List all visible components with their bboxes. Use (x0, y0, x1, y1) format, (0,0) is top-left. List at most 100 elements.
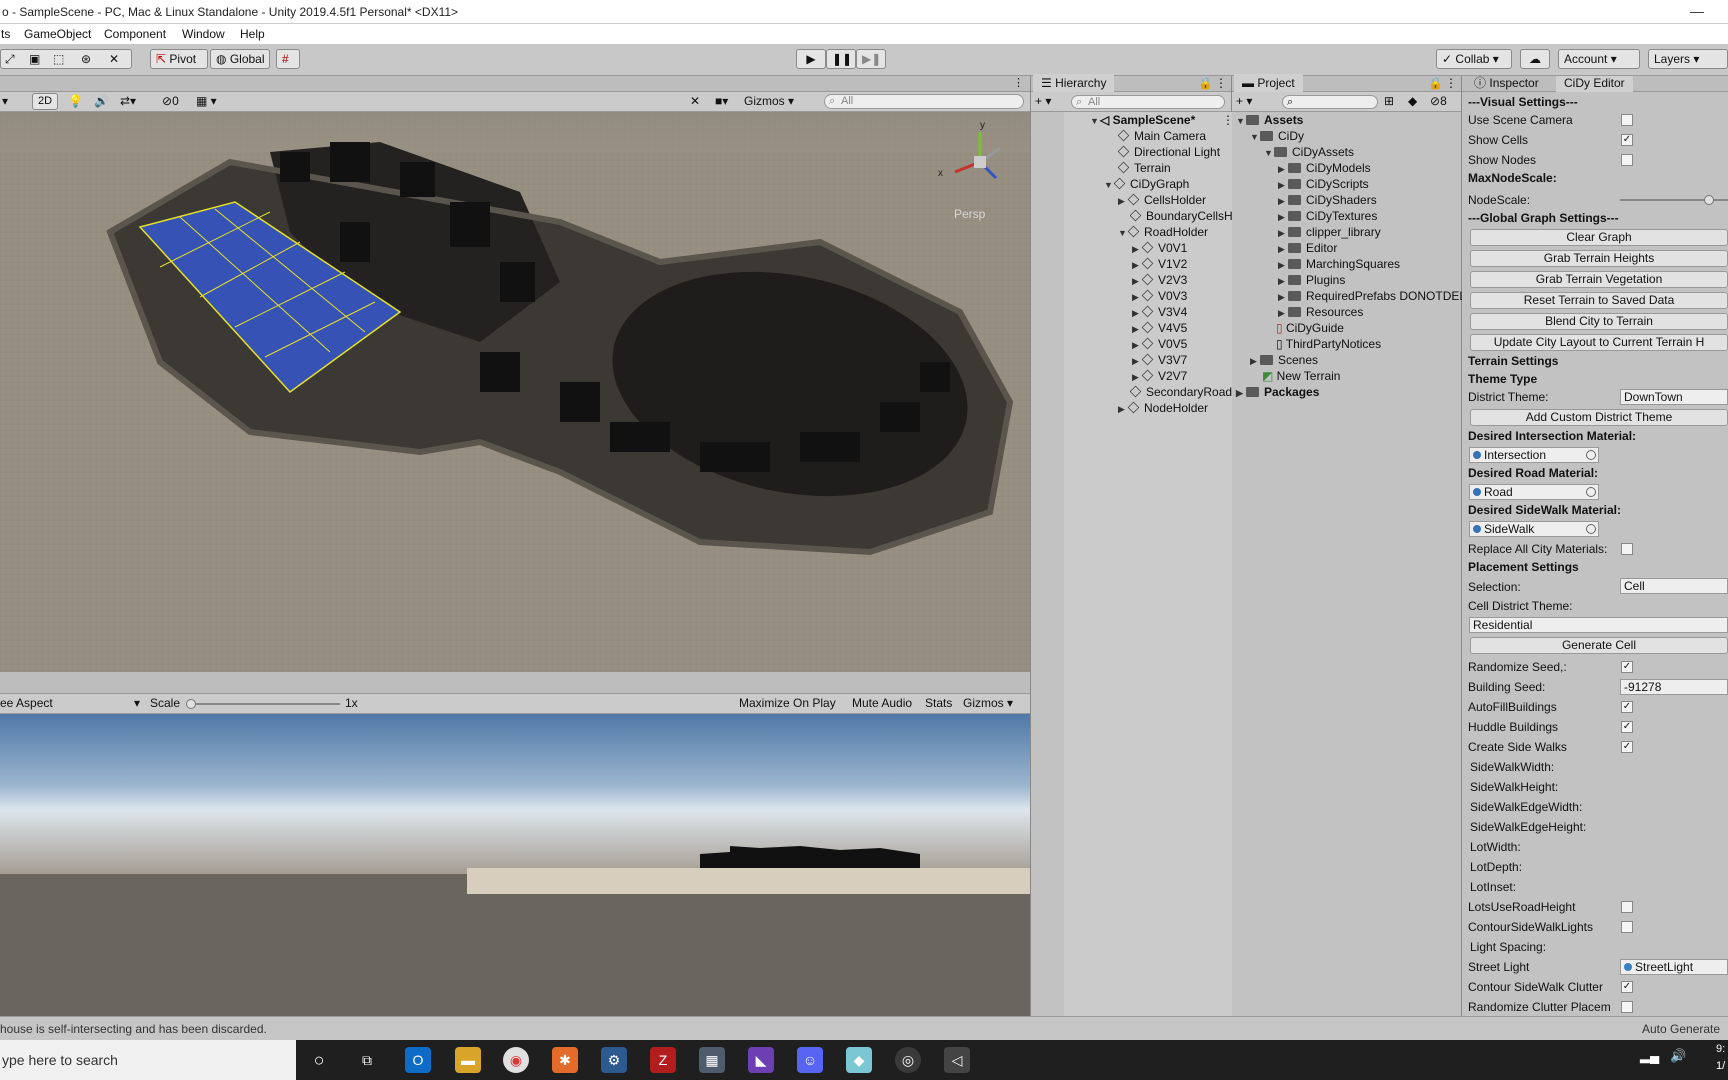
hierarchy-item-nodeholder[interactable]: ▶ NodeHolder (1118, 400, 1208, 416)
huddle-buildings-checkbox[interactable]: ✓ (1621, 721, 1633, 733)
file-explorer-icon[interactable]: ▬ (455, 1047, 481, 1073)
lots-use-road-height-checkbox[interactable] (1621, 901, 1633, 913)
network-tool-icon[interactable]: ⚙ (601, 1047, 627, 1073)
object-picker-icon[interactable] (1586, 524, 1596, 534)
autofill-buildings-checkbox[interactable]: ✓ (1621, 701, 1633, 713)
transform-tools[interactable]: ⤢ ▣ ⬚ ⊛ ✕ (0, 49, 132, 69)
pivot-toggle[interactable]: ⇱ Pivot (150, 49, 208, 69)
hierarchy-menu-icon[interactable]: ⋮ (1215, 76, 1227, 90)
project-item-marchingsquares[interactable]: ▶ MarchingSquares (1278, 256, 1400, 272)
layers-dropdown[interactable]: Layers ▾ (1648, 49, 1728, 69)
hierarchy-item-v2v7[interactable]: ▶ V2V7 (1132, 368, 1187, 384)
expand-icon[interactable]: ▶ (1278, 225, 1288, 241)
scale-tool-icon[interactable]: ▣ (29, 50, 40, 68)
expand-icon[interactable]: ▶ (1278, 177, 1288, 193)
auto-generate-label[interactable]: Auto Generate (1642, 1022, 1720, 1036)
project-item-thirdpartynotices[interactable]: ▯ ThirdPartyNotices (1276, 336, 1381, 352)
hierarchy-item-v0v5[interactable]: ▶ V0V5 (1132, 336, 1187, 352)
draw-mode-dropdown[interactable]: ▾ (2, 94, 8, 108)
replace-all-materials-checkbox[interactable] (1621, 543, 1633, 555)
object-picker-icon[interactable] (1586, 487, 1596, 497)
menu-assets[interactable]: ts (1, 27, 10, 41)
transform-tool-icon[interactable]: ⊛ (81, 50, 91, 68)
hidden-count[interactable]: ⊘0 (162, 94, 179, 108)
expand-icon[interactable]: ▶ (1278, 193, 1288, 209)
minimize-icon[interactable]: — (1690, 3, 1704, 19)
hierarchy-item-v2v3[interactable]: ▶ V2V3 (1132, 272, 1187, 288)
xampp-icon[interactable]: ✱ (552, 1047, 578, 1073)
add-custom-theme-button[interactable]: Add Custom District Theme (1470, 409, 1728, 426)
lock-icon[interactable]: 🔒 (1428, 76, 1443, 90)
project-item-editor[interactable]: ▶ Editor (1278, 240, 1337, 256)
grid-snap-button[interactable]: # (276, 49, 300, 69)
cell-district-theme-dropdown[interactable]: Residential (1469, 617, 1728, 633)
task-view-icon[interactable]: ⧉ (354, 1047, 380, 1073)
show-nodes-checkbox[interactable] (1621, 154, 1633, 166)
move-tool-icon[interactable]: ⤢ (5, 50, 15, 68)
gizmos-dropdown[interactable]: Gizmos ▾ (744, 93, 814, 110)
hierarchy-item-boundarycellsholder[interactable]: BoundaryCellsHolder (1130, 208, 1232, 224)
menu-component[interactable]: Component (104, 27, 166, 41)
hidden-packages[interactable]: ⊘8 (1430, 94, 1447, 108)
contour-clutter-checkbox[interactable]: ✓ (1621, 981, 1633, 993)
hierarchy-item-directional-light[interactable]: Directional Light (1117, 144, 1220, 160)
unity-icon[interactable]: ◁ (944, 1047, 970, 1073)
update-city-layout-button[interactable]: Update City Layout to Current Terrain H (1470, 334, 1728, 351)
2d-toggle[interactable]: 2D (32, 93, 59, 110)
hierarchy-item-v4v5[interactable]: ▶ V4V5 (1132, 320, 1187, 336)
expand-icon[interactable]: ▶ (1278, 305, 1288, 321)
expand-icon[interactable]: ▶ (1278, 289, 1288, 304)
rect-tool-icon[interactable]: ⬚ (53, 50, 64, 68)
expand-icon[interactable]: ▶ (1132, 353, 1142, 369)
effects-icon[interactable]: ⇄▾ (120, 94, 136, 108)
scale-slider[interactable] (186, 699, 340, 709)
tab-project[interactable]: ▬ Project (1234, 74, 1303, 92)
road-material-field[interactable]: Road (1469, 484, 1599, 500)
panel-menu-icon[interactable]: ⋮ (1013, 76, 1024, 89)
step-button[interactable]: ▶❚ (856, 49, 886, 69)
expand-icon[interactable]: ▶ (1118, 193, 1128, 209)
hierarchy-search-input[interactable]: ⌕ All (1071, 95, 1225, 109)
clock-date[interactable]: 1/ (1716, 1060, 1725, 1072)
hierarchy-item-terrain[interactable]: Terrain (1117, 160, 1171, 176)
expand-icon[interactable]: ▼ (1236, 113, 1246, 129)
scene-viewport[interactable]: y x Persp (0, 112, 1030, 672)
global-toggle[interactable]: ◍ Global (210, 49, 270, 69)
expand-icon[interactable]: ▶ (1118, 401, 1128, 417)
account-dropdown[interactable]: Account ▾ (1558, 49, 1640, 69)
scene-search-input[interactable]: ⌕ All (824, 94, 1024, 109)
grid-icon[interactable]: ▦ ▾ (196, 94, 217, 108)
hierarchy-item-roadholder[interactable]: ▼ RoadHolder (1118, 224, 1208, 240)
obs-icon[interactable]: ◎ (895, 1047, 921, 1073)
grab-terrain-heights-button[interactable]: Grab Terrain Heights (1470, 250, 1728, 267)
mute-audio-toggle[interactable]: Mute Audio (852, 696, 912, 710)
expand-icon[interactable]: ▶ (1278, 257, 1288, 273)
project-item-cidytextures[interactable]: ▶ CiDyTextures (1278, 208, 1377, 224)
taskbar-search-input[interactable]: ype here to search (0, 1040, 296, 1080)
expand-icon[interactable]: ▼ (1104, 177, 1114, 193)
expand-icon[interactable]: ▶ (1250, 353, 1260, 369)
audio-icon[interactable]: 🔊 (94, 94, 109, 108)
expand-icon[interactable]: ▼ (1250, 129, 1260, 145)
camera-icon[interactable]: ■▾ (715, 94, 728, 108)
project-item-cidyassets[interactable]: ▼ CiDyAssets (1264, 144, 1354, 160)
console-message[interactable]: house is self-intersecting and has been … (0, 1022, 267, 1036)
project-item-plugins[interactable]: ▶ Plugins (1278, 272, 1345, 288)
scale-slider-thumb[interactable] (186, 699, 196, 709)
custom-tool-icon[interactable]: ✕ (109, 50, 119, 68)
district-theme-dropdown[interactable]: DownTown (1620, 389, 1728, 405)
create-dropdown[interactable]: + ▾ (1035, 94, 1051, 108)
expand-icon[interactable]: ▶ (1236, 385, 1246, 401)
volume-icon[interactable]: 🔊 (1670, 1048, 1686, 1064)
tab-cidy-editor[interactable]: CiDy Editor (1556, 76, 1633, 92)
use-scene-camera-checkbox[interactable] (1621, 114, 1633, 126)
menu-window[interactable]: Window (182, 27, 225, 41)
hierarchy-item-v3v4[interactable]: ▶ V3V4 (1132, 304, 1187, 320)
lighting-icon[interactable]: 💡 (68, 94, 83, 108)
pause-button[interactable]: ❚❚ (826, 49, 856, 69)
hierarchy-item-v0v3[interactable]: ▶ V0V3 (1132, 288, 1187, 304)
expand-icon[interactable]: ▶ (1132, 273, 1142, 289)
maximize-on-play-toggle[interactable]: Maximize On Play (739, 696, 836, 710)
expand-icon[interactable]: ▶ (1278, 273, 1288, 289)
project-search-input[interactable]: ⌕ (1282, 95, 1378, 109)
